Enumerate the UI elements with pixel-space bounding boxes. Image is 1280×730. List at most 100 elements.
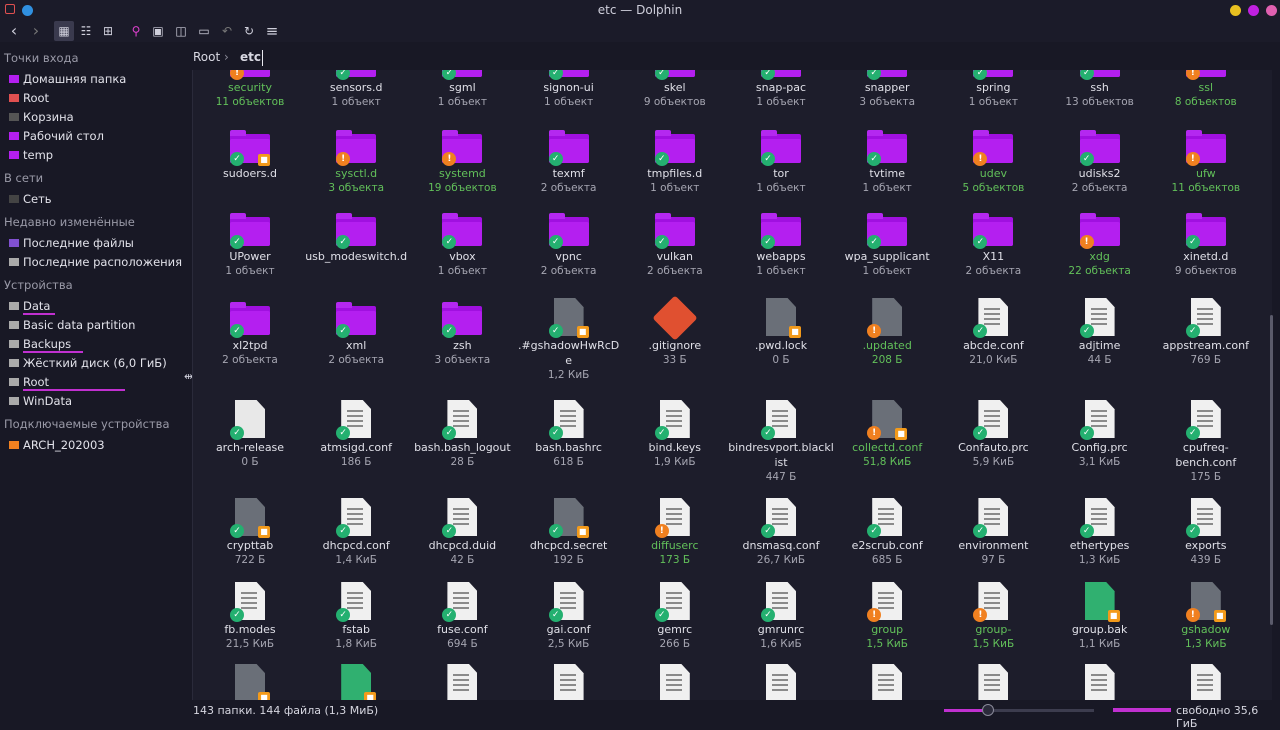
file-item[interactable]: ✓ bash.bash_logout 28 Б bbox=[409, 400, 515, 470]
breadcrumb-root[interactable]: Root bbox=[193, 50, 220, 64]
file-item[interactable]: ■ bbox=[303, 664, 409, 700]
places-item[interactable]: Последние файлы bbox=[9, 234, 134, 252]
places-item[interactable]: Последние расположения bbox=[9, 253, 182, 271]
places-item[interactable]: Корзина bbox=[9, 108, 74, 126]
split-view-button[interactable]: ◫ bbox=[171, 21, 191, 41]
back-button[interactable]: ‹ bbox=[4, 21, 24, 41]
file-item[interactable] bbox=[940, 664, 1046, 700]
file-item[interactable]: ✓ bindresvport.blacklist 447 Б bbox=[728, 400, 834, 485]
zoom-slider-handle[interactable] bbox=[981, 704, 994, 716]
compact-view-button[interactable]: ☷ bbox=[76, 21, 96, 41]
file-item[interactable]: ✓ abcde.conf 21,0 КиБ bbox=[940, 298, 1046, 368]
folder-item[interactable]: ✓ sgml 1 объект bbox=[409, 70, 515, 110]
file-item[interactable]: ✓ dnsmasq.conf 26,7 КиБ bbox=[728, 498, 834, 568]
places-item[interactable]: Рабочий стол bbox=[9, 127, 104, 145]
file-item[interactable]: ✓ gemrc 266 Б bbox=[622, 582, 728, 652]
file-item[interactable] bbox=[728, 664, 834, 700]
places-item[interactable]: Root bbox=[9, 89, 49, 107]
folder-item[interactable]: ✓ tmpfiles.d 1 объект bbox=[622, 126, 728, 196]
file-item[interactable]: ■ .pwd.lock 0 Б bbox=[728, 298, 834, 368]
folder-item[interactable]: ✓ snapper 3 объекта bbox=[834, 70, 940, 110]
folder-item[interactable]: ✓ ssh 13 объектов bbox=[1047, 70, 1153, 110]
file-item[interactable]: ! ■ collectd.conf 51,8 КиБ bbox=[834, 400, 940, 470]
file-item[interactable]: .gitignore 33 Б bbox=[622, 295, 728, 368]
folder-item[interactable]: ✓ vpnc 2 объекта bbox=[516, 209, 622, 279]
folder-item[interactable]: ! udev 5 объектов bbox=[940, 126, 1046, 196]
file-item[interactable]: ✓ fb.modes 21,5 КиБ bbox=[197, 582, 303, 652]
file-item[interactable]: ✓ environment 97 Б bbox=[940, 498, 1046, 568]
places-item[interactable]: WinData bbox=[9, 392, 72, 410]
file-item[interactable] bbox=[622, 664, 728, 700]
file-item[interactable]: ✓ ■ .#gshadowHwRcDe 1,2 КиБ bbox=[516, 298, 622, 383]
file-item[interactable]: ✓ adjtime 44 Б bbox=[1047, 298, 1153, 368]
folder-item[interactable]: ✓ X11 2 объекта bbox=[940, 209, 1046, 279]
zoom-slider[interactable] bbox=[944, 704, 1094, 716]
folder-item[interactable]: ! sysctl.d 3 объекта bbox=[303, 126, 409, 196]
places-item[interactable]: ARCH_202003 bbox=[9, 436, 105, 454]
file-item[interactable]: ✓ fstab 1,8 КиБ bbox=[303, 582, 409, 652]
file-item[interactable]: ✓ Confauto.prc 5,9 КиБ bbox=[940, 400, 1046, 470]
file-item[interactable]: ✓ atmsigd.conf 186 Б bbox=[303, 400, 409, 470]
file-item[interactable]: ✓ bash.bashrc 618 Б bbox=[516, 400, 622, 470]
undo-button[interactable]: ↶ bbox=[217, 21, 237, 41]
folder-item[interactable]: ! systemd 19 объектов bbox=[409, 126, 515, 196]
file-item[interactable]: ✓ gmrunrc 1,6 КиБ bbox=[728, 582, 834, 652]
folder-item[interactable]: ✓ vbox 1 объект bbox=[409, 209, 515, 279]
file-item[interactable]: ✓ dhcpcd.duid 42 Б bbox=[409, 498, 515, 568]
file-item[interactable]: ✓ fuse.conf 694 Б bbox=[409, 582, 515, 652]
file-item[interactable]: ✓ ■ dhcpcd.secret 192 Б bbox=[516, 498, 622, 568]
file-item[interactable]: ! group 1,5 КиБ bbox=[834, 582, 940, 652]
scrollbar-thumb[interactable] bbox=[1270, 315, 1273, 625]
close-button[interactable] bbox=[1266, 5, 1277, 16]
file-item[interactable]: ✓ appstream.conf 769 Б bbox=[1153, 298, 1259, 368]
places-item[interactable]: Сеть bbox=[9, 190, 52, 208]
folder-item[interactable]: ✓ spring 1 объект bbox=[940, 70, 1046, 110]
file-item[interactable]: ! diffuserc 173 Б bbox=[622, 498, 728, 568]
file-item[interactable]: ! group- 1,5 КиБ bbox=[940, 582, 1046, 652]
file-view[interactable]: ! security 11 объектов ✓ sensors.d 1 объект ✓ s… bbox=[192, 70, 1272, 700]
places-item[interactable]: Жёсткий диск (6,0 ГиБ) bbox=[9, 354, 167, 372]
file-item[interactable] bbox=[1047, 664, 1153, 700]
file-item[interactable]: ✓ ethertypes 1,3 КиБ bbox=[1047, 498, 1153, 568]
reload-button[interactable]: ↻ bbox=[239, 21, 259, 41]
folder-item[interactable]: ! xdg 22 объекта bbox=[1047, 209, 1153, 279]
folder-item[interactable]: ✓ skel 9 объектов bbox=[622, 70, 728, 110]
icons-view-button[interactable]: ▦ bbox=[54, 21, 74, 41]
places-item[interactable]: Basic data partition bbox=[9, 316, 135, 334]
maximize-button[interactable] bbox=[1248, 5, 1259, 16]
folder-item[interactable]: ✓ vulkan 2 объекта bbox=[622, 209, 728, 279]
folder-item[interactable]: ✓ sensors.d 1 объект bbox=[303, 70, 409, 110]
terminal-button[interactable]: ▭ bbox=[194, 21, 214, 41]
folder-item[interactable]: ! security 11 объектов bbox=[197, 70, 303, 110]
places-item[interactable]: Домашняя папка bbox=[9, 70, 126, 88]
folder-item[interactable]: ✓ wpa_supplicant 1 объект bbox=[834, 209, 940, 279]
file-item[interactable]: ✓ exports 439 Б bbox=[1153, 498, 1259, 568]
folder-item[interactable]: ✓ xl2tpd 2 объекта bbox=[197, 298, 303, 368]
vertical-scrollbar[interactable] bbox=[1270, 70, 1274, 700]
folder-item[interactable]: ✓ xinetd.d 9 объектов bbox=[1153, 209, 1259, 279]
file-item[interactable]: ✓ Config.prc 3,1 КиБ bbox=[1047, 400, 1153, 470]
folder-item[interactable]: ! ssl 8 объектов bbox=[1153, 70, 1259, 110]
folder-item[interactable]: ✓ texmf 2 объекта bbox=[516, 126, 622, 196]
search-icon[interactable]: ⚲ bbox=[126, 21, 146, 41]
folder-item[interactable]: ✓ udisks2 2 объекта bbox=[1047, 126, 1153, 196]
breadcrumb[interactable]: Root › etc bbox=[186, 42, 1280, 70]
folder-item[interactable]: ✓ tor 1 объект bbox=[728, 126, 834, 196]
places-item[interactable]: temp bbox=[9, 146, 53, 164]
file-item[interactable]: ✓ arch-release 0 Б bbox=[197, 400, 303, 470]
minimize-button[interactable] bbox=[1230, 5, 1241, 16]
file-item[interactable]: ✓ bind.keys 1,9 КиБ bbox=[622, 400, 728, 470]
file-item[interactable] bbox=[834, 664, 940, 700]
folder-item[interactable]: ✓ usb_modeswitch.d bbox=[303, 209, 409, 264]
folder-item[interactable]: ✓ xml 2 объекта bbox=[303, 298, 409, 368]
folder-item[interactable]: ✓ signon-ui 1 объект bbox=[516, 70, 622, 110]
details-view-button[interactable]: ⊞ bbox=[98, 21, 118, 41]
folder-item[interactable]: ✓ webapps 1 объект bbox=[728, 209, 834, 279]
folder-item[interactable]: ✓ tvtime 1 объект bbox=[834, 126, 940, 196]
file-item[interactable]: ■ bbox=[197, 664, 303, 700]
file-item[interactable] bbox=[516, 664, 622, 700]
forward-button[interactable]: › bbox=[26, 21, 46, 41]
file-item[interactable] bbox=[1153, 664, 1259, 700]
file-item[interactable]: ! ■ gshadow 1,3 КиБ bbox=[1153, 582, 1259, 652]
file-item[interactable]: ✓ gai.conf 2,5 КиБ bbox=[516, 582, 622, 652]
